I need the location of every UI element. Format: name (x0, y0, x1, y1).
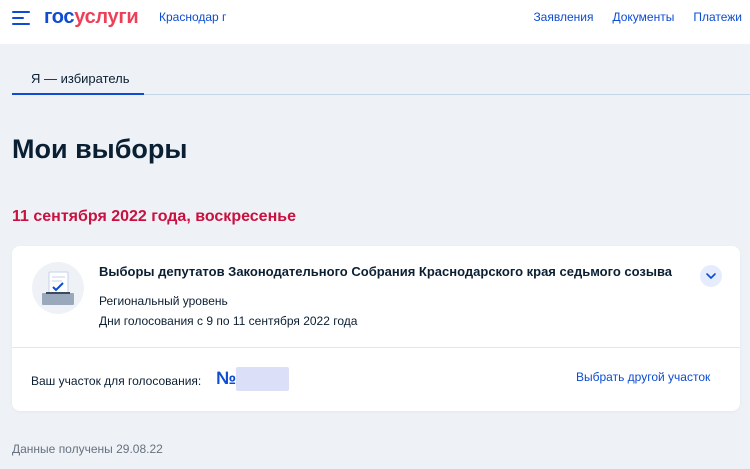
top-nav: Заявления Документы Платежи (533, 10, 742, 24)
election-date: 11 сентября 2022 года, воскресенье (12, 208, 296, 225)
chevron-down-icon (706, 273, 716, 279)
logo[interactable]: госуслуги (44, 6, 139, 29)
tab-voter[interactable]: Я — избиратель (12, 62, 144, 95)
polling-station-label: Ваш участок для голосования: (31, 374, 202, 388)
tab-bar: Я — избиратель (12, 62, 750, 95)
polling-station-number: № (216, 368, 237, 388)
polling-station-number-redacted (236, 367, 289, 391)
page-title: Мои выборы (12, 134, 188, 164)
region-selector[interactable]: Краснодар г (159, 10, 226, 24)
nav-documents[interactable]: Документы (612, 10, 674, 24)
expand-button[interactable] (700, 265, 722, 287)
election-level: Региональный уровень (99, 294, 228, 308)
change-station-link[interactable]: Выбрать другой участок (576, 370, 710, 384)
logo-part-uslugi: услуги (74, 6, 139, 28)
header: госуслуги Краснодар г Заявления Документ… (0, 0, 750, 44)
card-divider (12, 347, 740, 348)
ballot-illustration (32, 262, 84, 314)
election-card: Выборы депутатов Законодательного Собран… (12, 246, 740, 411)
nav-applications[interactable]: Заявления (533, 10, 593, 24)
voting-days: Дни голосования с 9 по 11 сентября 2022 … (99, 314, 358, 328)
logo-part-gos: гос (44, 6, 75, 28)
menu-icon[interactable] (12, 11, 30, 25)
election-title: Выборы депутатов Законодательного Собран… (99, 264, 672, 279)
nav-payments[interactable]: Платежи (693, 10, 742, 24)
data-received-date: Данные получены 29.08.22 (12, 442, 163, 456)
